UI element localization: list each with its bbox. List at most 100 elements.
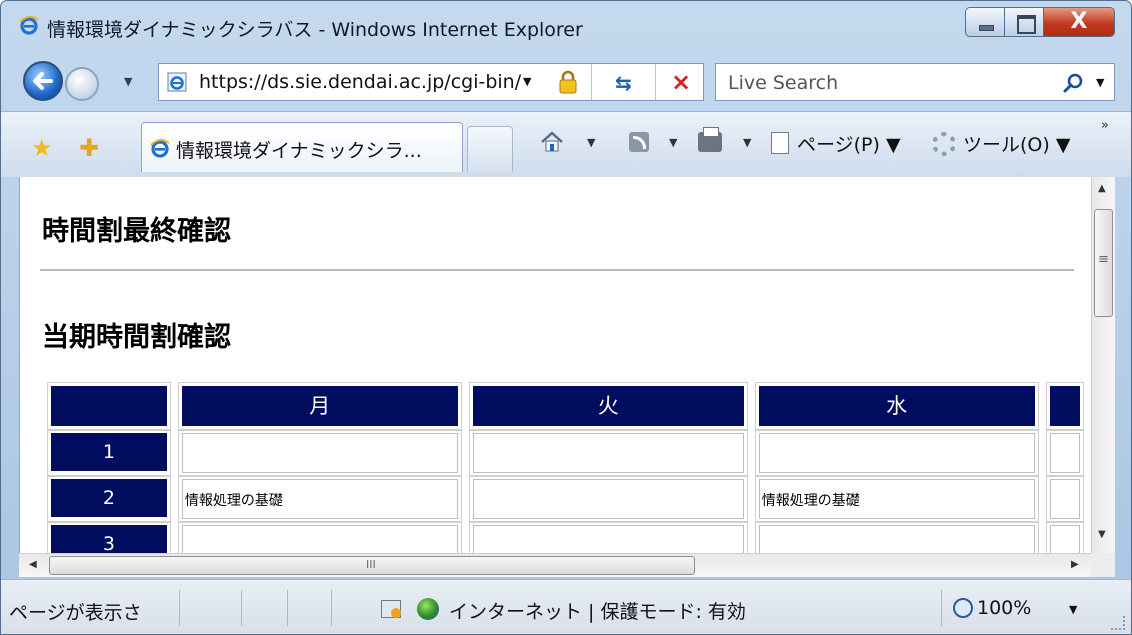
day-header: 火 [468, 382, 748, 430]
period-cell: 1 [47, 430, 171, 476]
status-text: ページが表示さ [9, 602, 142, 624]
feeds-dropdown[interactable]: ▼ [669, 136, 677, 149]
period-label: 1 [51, 433, 167, 471]
forward-button[interactable] [65, 67, 99, 101]
url-field[interactable]: https://ds.sie.dendai.ac.jp/cgi-bin/ [199, 71, 533, 93]
resize-grip[interactable] [1111, 616, 1125, 630]
section-title: 当期時間割確認 [42, 322, 231, 353]
vertical-scrollbar[interactable]: ▲ ▼ [1091, 177, 1115, 553]
refresh-icon[interactable]: ⇆ [615, 71, 632, 95]
browser-window: 情報環境ダイナミックシラバス - Windows Internet Explor… [0, 0, 1132, 635]
add-favorites-icon[interactable]: ✚ [79, 134, 99, 162]
zoom-level[interactable]: 100% [977, 597, 1031, 619]
lock-icon[interactable] [557, 70, 579, 94]
tools-menu[interactable]: ツール(O) ▼ [963, 130, 1070, 157]
status-separator [179, 590, 180, 626]
class-cell[interactable] [468, 476, 748, 522]
search-input[interactable]: Live Search [728, 72, 838, 94]
vertical-scroll-thumb[interactable] [1094, 209, 1113, 317]
class-cell[interactable] [468, 430, 748, 476]
minimize-button[interactable] [965, 7, 1005, 37]
status-bar: ページが表示さ インターネット | 保護モード: 有効 100% ▼ [1, 579, 1131, 634]
url-dropdown[interactable]: ▼ [523, 75, 531, 88]
scroll-right-arrow[interactable]: ▶ [1071, 559, 1079, 570]
class-cell[interactable]: 情報処理の基礎 [177, 476, 462, 522]
window-title: 情報環境ダイナミックシラバス - Windows Internet Explor… [47, 19, 583, 41]
address-toolbar: ▼ https://ds.sie.dendai.ac.jp/cgi-bin/ ▼… [1, 53, 1131, 111]
day-label: 火 [472, 386, 744, 426]
class-cell[interactable] [177, 430, 462, 476]
timetable: 月 火 水 1 2 情報処理の基礎 情報処理の基礎 3 [40, 382, 1091, 553]
page-menu[interactable]: ページ(P) ▼ [797, 130, 901, 157]
corner-cell [47, 382, 171, 430]
page-ie-icon [167, 72, 187, 92]
status-separator [941, 590, 942, 626]
zoom-dropdown[interactable]: ▼ [1069, 603, 1077, 616]
table-row: 1 [47, 430, 1084, 476]
search-box[interactable]: Live Search ▼ [715, 63, 1115, 101]
search-icon[interactable] [1062, 72, 1084, 94]
class-cell-partial [1045, 522, 1084, 553]
period-cell: 3 [47, 522, 171, 553]
class-cell[interactable] [177, 522, 462, 553]
day-label: 月 [181, 386, 458, 426]
chevron-more-icon[interactable]: » [1101, 118, 1109, 133]
class-cell[interactable] [754, 430, 1039, 476]
period-label: 3 [51, 525, 167, 553]
period-label: 2 [51, 479, 167, 517]
page-content: 時間割最終確認 当期時間割確認 月 火 水 1 2 情報処理の基礎 情報処理の基… [19, 177, 1091, 553]
class-cell[interactable]: 情報処理の基礎 [754, 476, 1039, 522]
feeds-icon[interactable] [629, 132, 649, 152]
class-cell-partial [1045, 430, 1084, 476]
url-separator [591, 64, 592, 100]
home-dropdown[interactable]: ▼ [587, 136, 595, 149]
day-header: 水 [754, 382, 1039, 430]
day-header: 月 [177, 382, 462, 430]
zoom-icon[interactable] [953, 598, 973, 618]
class-cell-partial [1045, 476, 1084, 522]
period-cell: 2 [47, 476, 171, 522]
title-bar[interactable]: 情報環境ダイナミックシラバス - Windows Internet Explor… [1, 1, 1131, 53]
tab-label: 情報環境ダイナミックシラ... [176, 140, 422, 162]
new-tab-button[interactable] [467, 126, 513, 172]
stop-icon[interactable]: × [671, 68, 691, 96]
tab-command-bar: ★ ✚ 情報環境ダイナミックシラ... ▼ ▼ ▼ ページ(P) ▼ ツール(O… [1, 111, 1131, 177]
history-dropdown[interactable]: ▼ [124, 75, 132, 88]
status-separator [287, 590, 288, 626]
page-title: 時間割最終確認 [42, 216, 231, 247]
close-icon: X [1070, 9, 1088, 34]
class-cell[interactable] [468, 522, 748, 553]
scroll-down-arrow[interactable]: ▼ [1098, 529, 1106, 540]
print-dropdown[interactable]: ▼ [743, 136, 751, 149]
page-icon [771, 132, 789, 154]
globe-icon[interactable] [417, 598, 439, 620]
scroll-up-arrow[interactable]: ▲ [1098, 183, 1106, 194]
search-dropdown[interactable]: ▼ [1096, 76, 1104, 89]
favorites-star-icon[interactable]: ★ [31, 134, 53, 162]
day-label: 水 [758, 386, 1035, 426]
ie-icon [150, 139, 170, 158]
address-bar[interactable]: https://ds.sie.dendai.ac.jp/cgi-bin/ ▼ ⇆… [158, 63, 704, 101]
timetable-header-row: 月 火 水 [47, 382, 1084, 430]
home-icon[interactable] [540, 130, 564, 154]
course-name: 情報処理の基礎 [758, 479, 1035, 519]
url-separator [655, 64, 656, 100]
security-zone[interactable]: インターネット | 保護モード: 有効 [449, 597, 746, 624]
tab-active[interactable]: 情報環境ダイナミックシラ... [141, 122, 463, 172]
horizontal-scroll-thumb[interactable] [49, 556, 695, 575]
scroll-corner [1091, 553, 1115, 577]
class-cell[interactable] [754, 522, 1039, 553]
back-button[interactable] [23, 61, 63, 101]
maximize-button[interactable] [1004, 7, 1044, 37]
tools-icon [932, 132, 956, 156]
back-arrow-icon [33, 72, 53, 90]
course-name: 情報処理の基礎 [181, 479, 458, 519]
horizontal-scrollbar[interactable]: ◀ ▶ [19, 553, 1091, 577]
popup-blocker-icon[interactable] [381, 600, 401, 618]
status-separator [331, 590, 332, 626]
close-button[interactable]: X [1043, 7, 1115, 37]
day-header-partial [1045, 382, 1084, 430]
print-icon[interactable] [698, 127, 722, 152]
status-separator [241, 590, 242, 626]
scroll-left-arrow[interactable]: ◀ [29, 559, 37, 570]
